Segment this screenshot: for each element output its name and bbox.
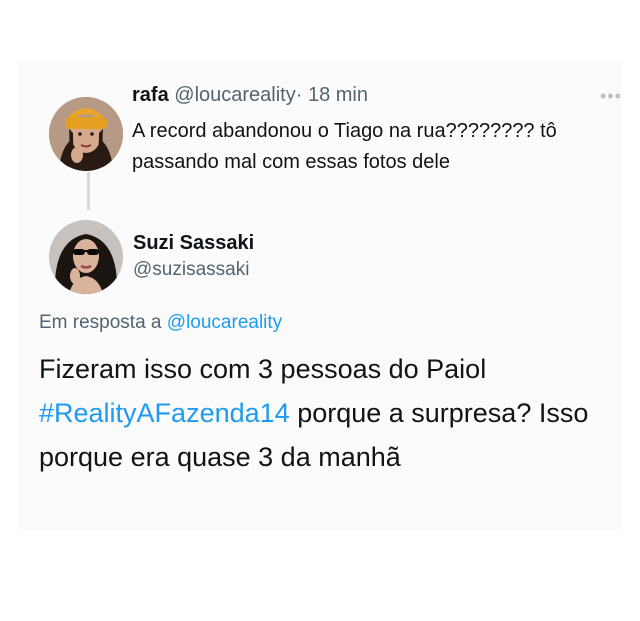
avatar-rafa[interactable]: [49, 97, 123, 171]
parent-tweet-text: A record abandonou o Tiago na rua???????…: [132, 120, 557, 173]
reply-to-link[interactable]: @loucareality: [167, 312, 282, 333]
header-separator: ·: [295, 84, 303, 106]
reply-prefix: Em resposta a: [39, 312, 162, 333]
hashtag-link[interactable]: #RealityAFazenda14: [39, 398, 290, 428]
reply-display-name[interactable]: Suzi Sassaki: [133, 232, 254, 255]
avatar-rafa-image: [49, 97, 123, 171]
parent-handle[interactable]: @loucareality: [174, 84, 295, 106]
thread-connector-line: [87, 172, 90, 210]
avatar-suzi[interactable]: [49, 220, 123, 294]
reply-text-part-1: Fizeram isso com 3 pessoas do Paiol: [39, 354, 487, 384]
parent-display-name[interactable]: rafa: [132, 84, 169, 106]
avatar-suzi-image: [49, 220, 123, 294]
parent-tweet-header: rafa @loucareality· 18 min: [132, 84, 368, 107]
reply-context: Em resposta a @loucareality: [39, 312, 282, 334]
reply-handle[interactable]: @suzisassaki: [133, 259, 249, 281]
reply-tweet-text: Fizeram isso com 3 pessoas do Paiol #Rea…: [39, 347, 609, 479]
parent-timestamp[interactable]: 18 min: [308, 84, 368, 106]
more-horizontal-icon[interactable]: •••: [600, 86, 622, 107]
